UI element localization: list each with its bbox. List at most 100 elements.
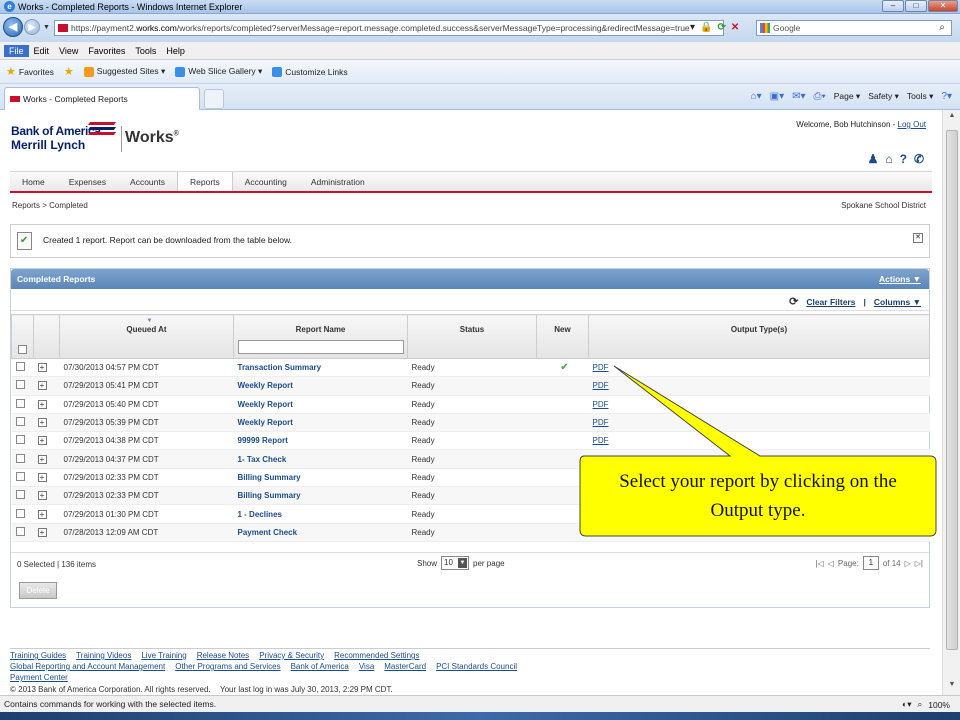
page-number-input[interactable]: 1 [862,556,879,570]
row-checkbox[interactable] [15,471,25,481]
refresh-grid-icon[interactable]: ⟳ [789,295,798,308]
fav-web-slice-gallery[interactable]: Web Slice Gallery ▾ [175,66,262,77]
last-page-icon[interactable]: ▷| [915,559,923,568]
menu-file[interactable]: File [4,44,29,57]
help-question-icon[interactable]: ? [900,152,907,166]
expand-row-icon[interactable]: + [37,509,47,519]
output-pdf-link[interactable]: PDF [593,436,609,445]
output-pdf-link[interactable]: PDF [593,400,609,409]
fav-customize-links[interactable]: Customize Links [272,66,348,77]
search-input[interactable]: Google ⌕ [756,20,952,36]
nav-accounting[interactable]: Accounting [233,172,299,191]
history-dropdown-icon[interactable]: ▼ [43,24,50,31]
col-output-types[interactable]: Output Type(s) [588,314,930,359]
footer-link[interactable]: Training Guides [10,651,66,660]
url-input[interactable]: https://payment2.works.com/works/reports… [54,20,724,36]
dismiss-message-button[interactable]: ✕ [913,233,923,243]
back-button[interactable]: ◀ [3,17,23,37]
minimize-button[interactable]: – [882,0,904,12]
bank-of-america-logo[interactable]: Bank of America Merrill Lynch Works® [11,122,179,152]
zoom-control[interactable]: ◐▾ ⌕ 100% [902,699,950,710]
col-queued-at[interactable]: ▼ Queued At [59,314,234,359]
table-row[interactable]: +07/29/2013 05:40 PM CDT Weekly Report Rea… [11,395,930,414]
columns-menu[interactable]: Columns ▼ [874,297,921,307]
row-checkbox[interactable] [15,380,25,390]
output-pdf-link[interactable]: PDF [593,363,609,372]
menu-edit[interactable]: Edit [29,45,55,57]
expand-row-icon[interactable]: + [37,418,47,428]
home-page-icon[interactable]: ⌂ [885,152,892,166]
fav-suggested-sites[interactable]: Suggested Sites ▾ [83,66,165,77]
expand-row-icon[interactable]: + [37,381,47,391]
footer-link[interactable]: Bank of America [291,662,349,671]
add-favorite-button[interactable]: ★ [64,65,74,78]
output-pdf-link[interactable]: PDF [593,418,609,427]
delete-button[interactable]: Delete [19,582,57,599]
clear-filters-link[interactable]: Clear Filters [806,297,855,307]
table-row[interactable]: +07/29/2013 04:38 PM CDT 99999 Report Read… [11,431,930,451]
footer-link[interactable]: Recommended Settings [334,651,419,660]
safety-menu[interactable]: Safety ▾ [868,91,899,102]
search-icon[interactable]: ⌕ [939,21,945,35]
table-row[interactable]: +07/30/2013 04:57 PM CDT Transaction Summ… [11,358,930,378]
breadcrumb[interactable]: Reports > Completed [12,201,88,210]
expand-row-icon[interactable]: + [37,491,47,501]
nav-expenses[interactable]: Expenses [57,172,118,191]
menu-tools[interactable]: Tools [130,45,161,57]
table-row[interactable]: +07/29/2013 05:41 PM CDT Weekly Report Rea… [11,376,930,396]
feeds-icon[interactable]: ▣▾ [770,91,784,102]
phone-icon[interactable]: ✆ [914,152,924,166]
nav-reports[interactable]: Reports [177,172,233,191]
menu-view[interactable]: View [54,45,83,57]
footer-link[interactable]: Training Videos [76,651,131,660]
tools-menu[interactable]: Tools ▾ [907,91,933,102]
expand-row-icon[interactable]: + [37,399,47,409]
new-tab-button[interactable] [204,89,224,109]
row-checkbox[interactable] [15,417,25,427]
prev-page-icon[interactable]: ◁ [828,559,834,568]
report-name-filter-input[interactable] [238,340,404,354]
scroll-down-icon[interactable]: ▼ [946,681,958,693]
expand-row-icon[interactable]: + [37,472,47,482]
row-checkbox[interactable] [15,508,25,518]
user-icon[interactable]: ♟ [868,152,879,166]
footer-link[interactable]: Live Training [141,651,186,660]
refresh-icon[interactable]: ⟳ [717,22,725,33]
footer-link[interactable]: MasterCard [384,662,426,671]
row-checkbox[interactable] [15,435,25,445]
page-menu[interactable]: Page ▾ [834,91,860,102]
row-checkbox[interactable] [15,490,25,500]
row-checkbox[interactable] [15,526,25,536]
footer-link[interactable]: Privacy & Security [259,651,324,660]
vertical-scrollbar[interactable]: ▲ ▼ [942,110,960,695]
expand-row-icon[interactable]: + [37,454,47,464]
lock-icon[interactable]: 🔒 [700,22,712,33]
mail-icon[interactable]: ✉▾ [792,91,805,102]
row-checkbox[interactable] [15,453,25,463]
footer-link[interactable]: Release Notes [197,651,249,660]
scrollbar-thumb[interactable] [946,130,958,650]
next-page-icon[interactable]: ▷ [905,559,911,568]
menu-favorites[interactable]: Favorites [83,45,130,57]
expand-row-icon[interactable]: + [37,436,47,446]
close-window-button[interactable]: ✕ [928,0,958,12]
col-status[interactable]: Status [407,314,537,359]
select-all-checkbox[interactable] [18,345,27,354]
row-checkbox[interactable] [15,362,25,372]
menu-help[interactable]: Help [161,45,190,57]
maximize-button[interactable]: □ [905,0,927,12]
scroll-up-icon[interactable]: ▲ [946,112,958,124]
output-pdf-link[interactable]: PDF [593,381,609,390]
stop-icon[interactable]: ✕ [731,22,739,33]
footer-link[interactable]: Payment Center [10,673,68,682]
nav-home[interactable]: Home [10,172,57,191]
footer-link[interactable]: Visa [359,662,374,671]
actions-menu[interactable]: Actions ▼ [879,274,921,284]
url-dropdown-icon[interactable]: ▾ [690,22,695,33]
col-report-name[interactable]: Report Name [233,314,408,359]
row-checkbox[interactable] [15,398,25,408]
footer-link[interactable]: Global Reporting and Account Management [10,662,165,671]
nav-accounts[interactable]: Accounts [118,172,177,191]
home-icon[interactable]: ⌂▾ [751,91,762,102]
logout-link[interactable]: Log Out [898,120,926,129]
